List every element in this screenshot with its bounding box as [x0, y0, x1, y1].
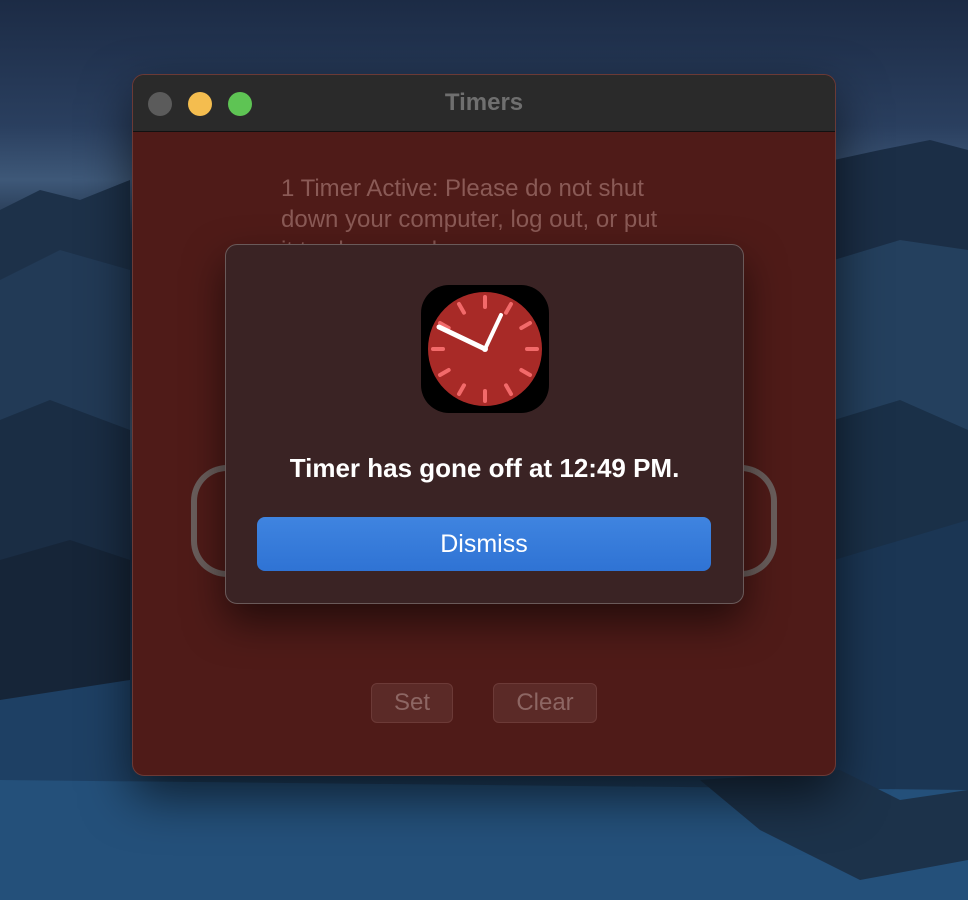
time-field-right-bracket: [741, 465, 777, 577]
clear-button[interactable]: Clear: [493, 683, 597, 723]
window-title: Timers: [444, 89, 524, 116]
time-field-left-bracket: [191, 465, 227, 577]
dismiss-button[interactable]: Dismiss: [257, 517, 711, 571]
alert-message: Timer has gone off at 12:49 PM.: [289, 453, 680, 483]
timer-alert-dialog: Timer has gone off at 12:49 PM. Dismiss: [225, 244, 744, 604]
clock-icon: [421, 285, 549, 413]
title-bar: Timers: [133, 75, 835, 132]
set-button[interactable]: Set: [371, 683, 453, 723]
